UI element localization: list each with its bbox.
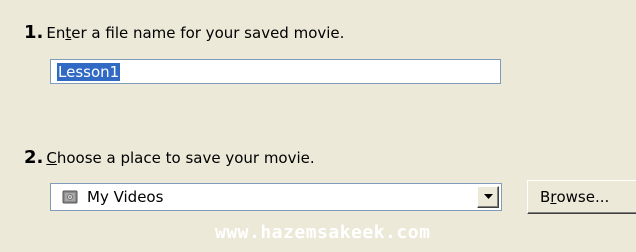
step-label: Choose a place to save your movie.: [46, 149, 315, 167]
file-name-value: Lesson1: [57, 62, 121, 81]
selected-folder-label: My Videos: [87, 188, 164, 206]
mnemonic-letter: C: [46, 149, 57, 167]
step-2-instruction: 2. Choose a place to save your movie.: [24, 147, 315, 168]
file-name-input[interactable]: Lesson1: [50, 59, 501, 84]
step-number: 2.: [24, 147, 44, 168]
chevron-down-icon: [483, 194, 493, 199]
step-1-instruction: 1. Enter a file name for your saved movi…: [24, 22, 344, 43]
step-number: 1.: [24, 22, 44, 43]
dropdown-arrow-button[interactable]: [477, 186, 499, 208]
step-label: Enter a file name for your saved movie.: [46, 24, 345, 42]
video-folder-icon: [62, 189, 78, 205]
browse-button[interactable]: Br owse...: [527, 180, 636, 214]
save-location-select[interactable]: My Videos: [50, 183, 502, 211]
watermark-text: www.hazemsakeek.com: [215, 222, 431, 243]
